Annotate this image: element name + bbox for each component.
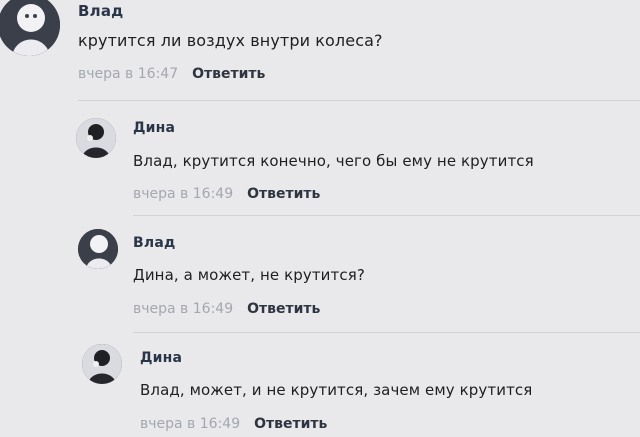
comment-meta: вчера в 16:49 Ответить [133,186,320,202]
reply-button[interactable]: Ответить [192,66,265,82]
comment-item: Дина Влад, крутится конечно, чего бы ему… [0,100,640,215]
comment-author[interactable]: Влад [78,2,123,20]
comment-text: крутится ли воздух внутри колеса? [78,31,383,50]
user-avatar-icon [82,344,122,384]
comment-meta: вчера в 16:47 Ответить [78,66,265,82]
comment-author[interactable]: Дина [133,120,175,136]
comment-timestamp: вчера в 16:47 [78,66,179,82]
user-avatar-icon [76,118,116,158]
avatar[interactable] [76,118,116,158]
comment-text: Влад, крутится конечно, чего бы ему не к… [133,152,534,170]
reply-button[interactable]: Ответить [247,186,320,202]
comment-item: Влад Дина, а может, не крутится? вчера в… [0,215,640,330]
comment-meta: вчера в 16:49 Ответить [140,416,327,432]
comment-meta: вчера в 16:49 Ответить [133,301,320,317]
avatar[interactable] [78,229,118,269]
reply-button[interactable]: Ответить [254,416,327,432]
avatar[interactable] [82,344,122,384]
user-avatar-icon [78,229,118,269]
user-avatar-icon [0,0,60,56]
comment-thread: Влад крутится ли воздух внутри колеса? в… [0,0,640,437]
comment-item: Влад крутится ли воздух внутри колеса? в… [0,0,640,100]
comment-text: Влад, может, и не крутится, зачем ему кр… [140,381,533,399]
comment-author[interactable]: Влад [133,235,175,251]
comment-timestamp: вчера в 16:49 [133,186,234,202]
comment-timestamp: вчера в 16:49 [140,416,241,432]
avatar[interactable] [0,0,60,56]
reply-button[interactable]: Ответить [247,301,320,317]
comment-text: Дина, а может, не крутится? [133,266,365,284]
comment-timestamp: вчера в 16:49 [133,301,234,317]
comment-author[interactable]: Дина [140,350,182,366]
comment-item: Дина Влад, может, и не крутится, зачем е… [0,332,640,437]
